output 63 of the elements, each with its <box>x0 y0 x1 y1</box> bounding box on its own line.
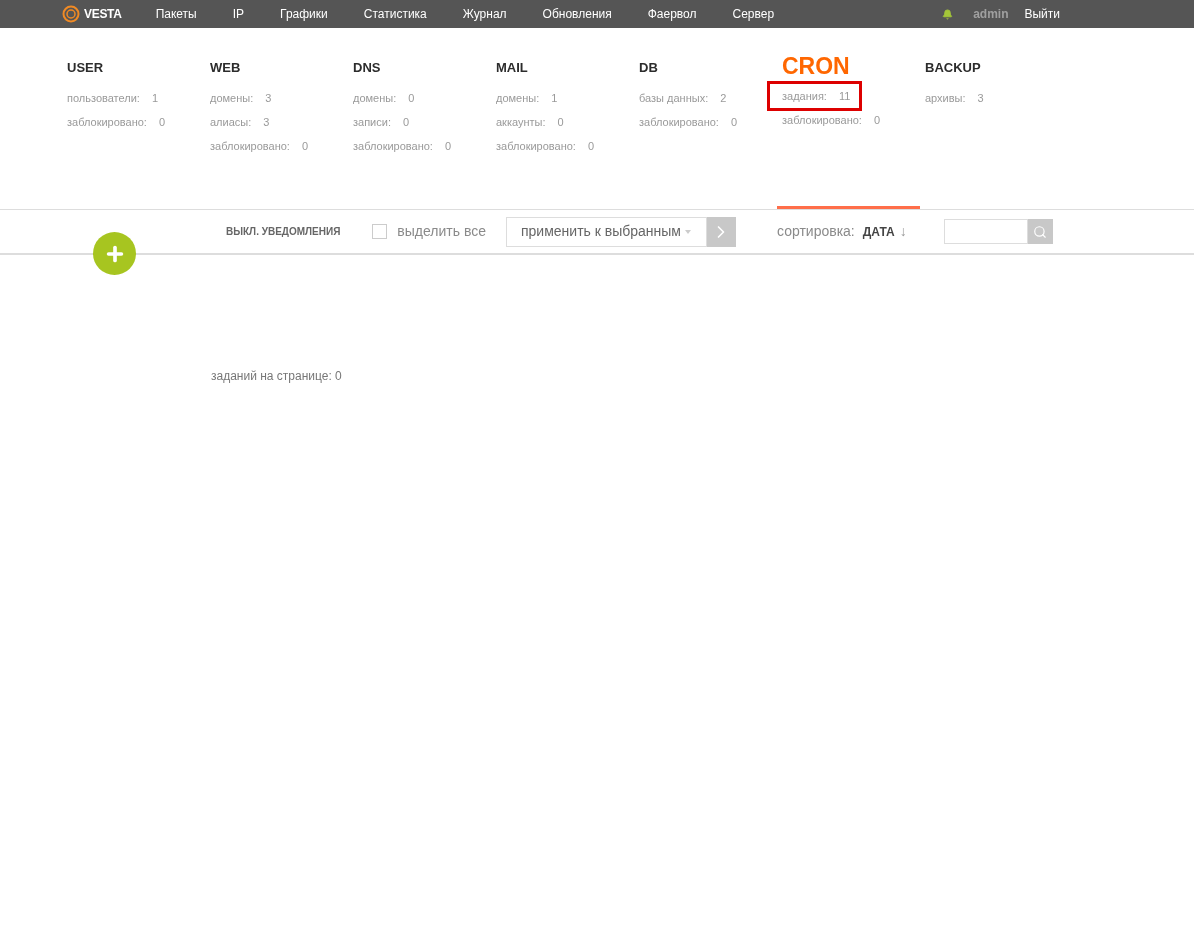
section-title[interactable]: BACKUP <box>925 56 981 80</box>
apply-button[interactable] <box>707 216 736 247</box>
logo[interactable]: VESTA <box>62 5 122 23</box>
stat-value: 0 <box>730 114 738 130</box>
nav-link[interactable]: Сервер <box>732 5 775 23</box>
select-all-checkbox[interactable] <box>372 224 388 239</box>
stat-value: 1 <box>151 90 159 106</box>
stat-label: базы данных: <box>639 90 709 106</box>
stat-value: 11 <box>838 88 851 104</box>
stat-value: 2 <box>720 90 727 106</box>
stat-value: 0 <box>158 114 166 130</box>
stat-label: домены: <box>353 90 397 106</box>
stat-label: домены: <box>496 90 540 106</box>
section-title[interactable]: DB <box>639 56 658 80</box>
nav-link[interactable]: Пакеты <box>155 5 197 23</box>
section-title[interactable]: USER <box>67 56 104 80</box>
stat-value: 0 <box>301 138 309 154</box>
stat-value: 0 <box>587 138 595 154</box>
stat-value: 0 <box>557 114 564 130</box>
stat-label: заблокировано: <box>782 112 862 128</box>
stat-value: 0 <box>402 114 410 130</box>
notification-bell-icon[interactable] <box>942 8 954 20</box>
search-field[interactable] <box>943 219 1028 244</box>
stat-label: заблокировано: <box>496 138 576 154</box>
stat-value: 3 <box>977 90 984 106</box>
stat-value: 3 <box>263 114 270 130</box>
search-icon <box>1033 224 1048 239</box>
nav-link[interactable]: IP <box>232 5 245 23</box>
stat-value: 0 <box>873 112 881 128</box>
stat-label: алиасы: <box>210 114 252 130</box>
items-count: заданий на странице: 0 <box>211 368 342 385</box>
nav-link[interactable]: Графики <box>280 5 328 23</box>
stat-value: 0 <box>408 90 415 106</box>
stat-value: 1 <box>551 90 558 106</box>
nav-link[interactable]: Статистика <box>363 5 427 23</box>
bulk-action-select[interactable]: применить к выбранным <box>506 216 707 247</box>
stat-label: задания: <box>782 88 827 104</box>
sort-label: сортировка: <box>777 222 855 241</box>
logout-link[interactable]: Выйти <box>1024 5 1060 23</box>
stat-label: записи: <box>353 114 391 130</box>
section-title[interactable]: DNS <box>353 56 381 80</box>
logo-text: VESTA <box>84 6 122 23</box>
stat-label: аккаунты: <box>496 114 546 130</box>
stat-label: домены: <box>210 90 254 106</box>
stat-label: заблокировано: <box>67 114 147 130</box>
add-button[interactable] <box>93 232 136 275</box>
stat-value: 0 <box>444 138 452 154</box>
stat-label: пользователи: <box>67 90 140 106</box>
section-title[interactable]: WEB <box>210 56 241 80</box>
stat-label: заблокировано: <box>353 138 433 154</box>
sort-link[interactable]: ДАТА <box>862 222 895 241</box>
search-button[interactable] <box>1027 219 1053 244</box>
nav-link[interactable]: Обновления <box>542 5 612 23</box>
dropdown-caret-icon <box>685 229 691 234</box>
ring-logo-icon <box>62 5 80 23</box>
notifications-toggle-link[interactable]: ВЫКЛ. УВЕДОМЛЕНИЯ <box>226 224 341 239</box>
stat-label: заблокировано: <box>639 114 719 130</box>
nav-link[interactable]: Фаервол <box>647 5 697 23</box>
stat-label: архивы: <box>925 90 966 106</box>
stat-label: заблокировано: <box>210 138 290 154</box>
stat-value: 3 <box>265 90 272 106</box>
section-title[interactable]: MAIL <box>496 56 528 80</box>
nav-link[interactable]: Журнал <box>462 5 507 23</box>
